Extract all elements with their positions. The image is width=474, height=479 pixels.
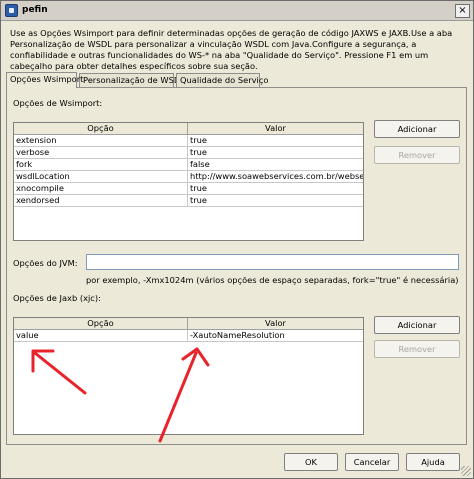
resize-grip[interactable]	[461, 466, 471, 476]
tab-wsimport-options[interactable]: Opções Wsimport	[6, 72, 83, 88]
cancel-button[interactable]: Cancelar	[345, 453, 399, 471]
help-button[interactable]: Ajuda	[406, 453, 460, 471]
ok-button[interactable]: OK	[284, 453, 338, 471]
dialog-window: pefin × Use as Opções Wsimport para defi…	[0, 0, 474, 479]
annotation-arrow-left	[31, 349, 87, 395]
annotation-arrow-center	[158, 347, 210, 443]
